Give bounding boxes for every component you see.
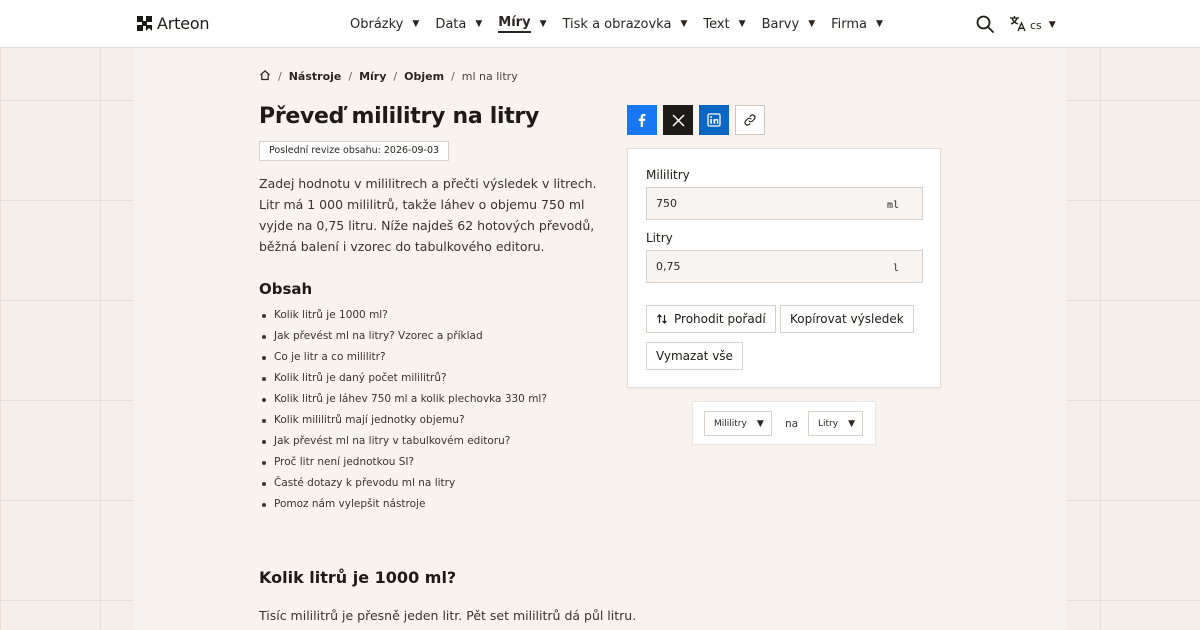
content-card: / Nástroje / Míry / Objem / ml na litry … [134, 48, 1066, 630]
from-unit-select-value: Mililitry [714, 418, 747, 429]
main-nav: Obrázky ▼ Data ▼ Míry ▼ Tisk a obrazovka ▼ T… [350, 0, 899, 48]
milliliters-input[interactable] [647, 197, 867, 210]
nav-item-firma[interactable]: Firma ▼ [831, 0, 883, 48]
toc-item[interactable]: Kolik litrů je láhev 750 ml a kolik plec… [259, 389, 547, 410]
logo-icon [137, 16, 152, 31]
from-label: Mililitry [646, 168, 690, 182]
caret-down-icon: ▼ [848, 418, 855, 429]
search-icon[interactable] [975, 14, 995, 34]
caret-down-icon: ▼ [475, 19, 483, 29]
breadcrumb-separator: / [451, 70, 455, 83]
language-selector[interactable]: cs ▼ [1009, 15, 1056, 35]
facebook-icon [638, 113, 646, 127]
translate-icon [1009, 15, 1026, 35]
nav-item-miry[interactable]: Míry ▼ [498, 0, 546, 48]
section-heading: Kolik litrů je 1000 ml? [259, 568, 457, 587]
from-field: ml [646, 187, 923, 220]
nav-label: Data [435, 16, 467, 32]
toc-item[interactable]: Jak převést ml na litry? Vzorec a příkla… [259, 326, 547, 347]
breadcrumb-nastroje[interactable]: Nástroje [289, 70, 342, 83]
caret-down-icon: ▼ [756, 418, 764, 429]
swap-label: Prohodit pořadí [674, 312, 766, 326]
breadcrumb-current: ml na litry [461, 70, 518, 83]
nav-label: Obrázky [350, 16, 404, 32]
swap-button[interactable]: Prohodit pořadí [646, 305, 776, 333]
toc-item[interactable]: Pomoz nám vylepšit nástroje [259, 494, 547, 515]
language-code: cs [1030, 18, 1042, 32]
page-title: Převeď mililitry na litry [259, 104, 540, 129]
unit-selector-bar: Mililitry ▼ na Litry ▼ [692, 401, 876, 445]
home-icon[interactable] [259, 69, 271, 84]
caret-down-icon: ▼ [680, 19, 688, 29]
toc-item[interactable]: Časté dotazy k převodu ml na litry [259, 473, 547, 494]
caret-down-icon: ▼ [808, 19, 816, 29]
breadcrumb-separator: / [393, 70, 398, 83]
x-icon [671, 113, 685, 127]
link-icon [744, 114, 756, 126]
from-unit: ml [886, 200, 899, 211]
revision-badge: Poslední revize obsahu: 2026-09-03 [259, 141, 450, 161]
caret-down-icon: ▼ [539, 19, 547, 29]
toc-item[interactable]: Proč litr není jednotkou SI? [259, 452, 547, 473]
toc-item[interactable]: Kolik mililitrů mají jednotky objemu? [259, 410, 547, 431]
caret-down-icon: ▼ [412, 19, 420, 29]
to-field: l [646, 250, 923, 283]
nav-label: Tisk a obrazovka [562, 16, 672, 32]
caret-down-icon: ▼ [738, 19, 746, 29]
nav-label: Text [703, 16, 730, 32]
intro-text: Zadej hodnotu v mililitrech a přečti výs… [259, 176, 597, 254]
breadcrumb-objem[interactable]: Objem [404, 70, 444, 83]
copy-link-button[interactable] [735, 105, 765, 135]
breadcrumb-separator: / [348, 70, 353, 83]
breadcrumb-miry[interactable]: Míry [359, 70, 386, 83]
caret-down-icon: ▼ [1048, 20, 1056, 30]
toc-item[interactable]: Co je litr a co mililitr? [259, 347, 547, 368]
nav-item-text[interactable]: Text ▼ [703, 0, 745, 48]
caret-down-icon: ▼ [876, 19, 883, 29]
breadcrumb: / Nástroje / Míry / Objem / ml na litry [259, 69, 518, 84]
to-unit: l [892, 263, 899, 274]
toc-item[interactable]: Kolik litrů je daný počet mililitrů? [259, 368, 547, 389]
nav-item-obrazky[interactable]: Obrázky ▼ [350, 0, 419, 48]
to-label: Litry [646, 231, 673, 245]
nav-item-data[interactable]: Data ▼ [435, 0, 482, 48]
nav-label: Firma [831, 16, 868, 32]
toc-item[interactable]: Jak převést ml na litry v tabulkovém edi… [259, 431, 547, 452]
liters-input[interactable] [647, 260, 867, 273]
clear-all-button[interactable]: Vymazat vše [646, 342, 743, 370]
toc-heading: Obsah [259, 280, 313, 298]
facebook-share-button[interactable] [627, 105, 657, 135]
to-unit-select[interactable]: Litry ▼ [808, 411, 863, 436]
unit-connector: na [785, 418, 799, 430]
swap-icon [657, 314, 667, 324]
share-buttons [627, 105, 765, 135]
section-text: Tisíc mililitrů je přesně jeden litr. Pě… [259, 608, 637, 623]
linkedin-icon [707, 113, 721, 127]
table-of-contents: Kolik litrů je 1000 ml? Jak převést ml n… [259, 305, 547, 515]
nav-label: Míry [498, 15, 531, 33]
breadcrumb-separator: / [278, 70, 282, 83]
x-share-button[interactable] [663, 105, 693, 135]
nav-label: Barvy [761, 16, 800, 32]
top-navbar: Arteon Obrázky ▼ Data ▼ Míry ▼ Tisk a obraz… [0, 0, 1200, 48]
copy-label: Kopírovat výsledek [790, 312, 904, 326]
logo-text: Arteon [157, 14, 210, 33]
to-unit-select-value: Litry [818, 418, 839, 429]
clear-label: Vymazat vše [656, 349, 733, 363]
copy-result-button[interactable]: Kopírovat výsledek [780, 305, 914, 333]
converter-panel: Mililitry ml Litry l Prohodit pořadí Kop… [627, 148, 941, 388]
from-unit-select[interactable]: Mililitry ▼ [704, 411, 772, 436]
logo[interactable]: Arteon [137, 14, 210, 33]
toc-item[interactable]: Kolik litrů je 1000 ml? [259, 305, 547, 326]
nav-item-barvy[interactable]: Barvy ▼ [762, 0, 816, 48]
nav-item-tisk[interactable]: Tisk a obrazovka ▼ [562, 0, 687, 48]
linkedin-share-button[interactable] [699, 105, 729, 135]
